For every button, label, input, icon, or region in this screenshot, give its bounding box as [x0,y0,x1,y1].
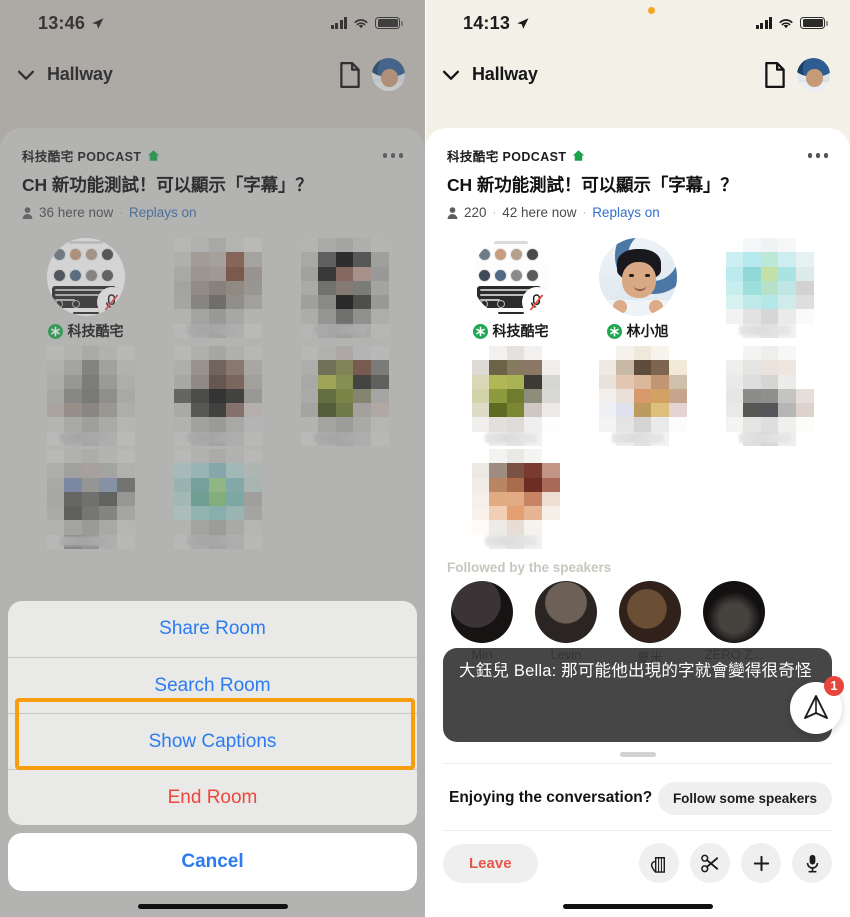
right-phone-screen: 14:13 Hallway 科技酷宅 PODCAST CH 新功能測試！可以顯示… [425,0,850,917]
club-line[interactable]: 科技酷宅 PODCAST [447,146,585,165]
member-cell[interactable] [701,238,828,340]
followed-speaker-avatar [703,581,765,643]
member-cell[interactable]: 科技酷宅 [447,238,574,340]
club-name: 科技酷宅 PODCAST [447,150,567,164]
sheet-drag-handle[interactable] [619,752,656,757]
here-now-count: 42 here now [502,205,577,220]
blurred-name [738,325,791,335]
blurred-name [484,536,537,546]
right-member-grid: 科技酷宅 林小旭 [447,238,828,549]
follow-some-speakers-button[interactable]: Follow some speakers [657,781,832,815]
divider [443,763,832,764]
followed-speaker-avatar [535,581,597,643]
right-status-bar: 14:13 [425,0,850,46]
blurred-avatar [598,346,687,446]
blurred-name [738,433,791,443]
raise-hand-icon [650,856,665,873]
status-indicators [755,16,828,30]
live-captions-bubble: 大鈺兒 Bella: 那可能他出現的字就會變得很奇怪 [443,648,832,742]
more-options-icon[interactable] [807,153,828,158]
person-icon [447,206,458,219]
muted-microphone-icon [521,287,550,316]
member-cell[interactable] [447,449,574,549]
avatar[interactable] [797,58,830,91]
action-share-room[interactable]: Share Room [8,601,417,657]
room-bottom-toolbar: Leave [443,840,832,886]
house-icon [573,150,585,161]
member-name: 林小旭 [626,323,669,339]
followed-by-speakers-label: Followed by the speakers [447,560,612,575]
home-indicator [137,904,288,909]
comparison-screenshot: 13:46 Hallway 科技酷宅 PODCAST CH 新功能測試！可以顯示… [0,0,850,917]
club-thumbnail-avatar [471,238,550,316]
replays-status[interactable]: Replays on [592,205,660,220]
green-asterisk-icon [472,323,488,339]
location-arrow-icon [517,17,529,29]
member-cell[interactable] [574,346,701,446]
divider [443,830,832,831]
total-count: 220 [464,205,487,220]
member-name-row: 科技酷宅 [472,322,549,340]
member-cell[interactable] [701,346,828,446]
raise-hand-badge-count: 1 [824,676,844,696]
panel-divider [425,0,426,917]
member-cell[interactable] [447,346,574,446]
blurred-avatar [725,346,814,446]
blurred-name [484,433,537,443]
blurred-avatar [471,346,560,446]
right-app-header: Hallway [425,46,850,103]
microphone-button[interactable] [792,843,832,883]
member-name: 科技酷宅 [492,323,549,339]
followed-speaker-avatar [451,581,513,643]
room-meta: 220 · 42 here now · Replays on [447,205,828,220]
scissors-clip-icon [700,854,718,872]
green-asterisk-icon [606,323,622,339]
follow-cta-row: Enjoying the conversation? Follow some s… [449,772,832,824]
home-indicator [562,904,713,909]
action-cancel[interactable]: Cancel [8,833,417,891]
left-phone-screen: 13:46 Hallway 科技酷宅 PODCAST CH 新功能測試！可以顯示… [0,0,425,917]
battery-full-icon [800,16,828,30]
add-people-button[interactable] [741,843,781,883]
status-time-group: 14:13 [463,13,530,34]
microphone-icon [806,854,818,873]
action-sheet: Share Room Search Room Show Captions End… [8,601,417,891]
action-sheet-group: Share Room Search Room Show Captions End… [8,601,417,825]
room-title: CH 新功能測試！可以顯示「字幕」？ [447,175,738,195]
action-end-room[interactable]: End Room [8,769,417,825]
leave-button[interactable]: Leave [443,843,538,883]
club-row: 科技酷宅 PODCAST [447,146,828,165]
cellular-bars-icon [755,17,773,29]
chevron-down-icon[interactable] [440,64,462,86]
blurred-avatar [471,449,560,549]
member-name-row: 林小旭 [606,322,669,340]
document-icon[interactable] [763,61,787,89]
caption-text: 大鈺兒 Bella: 那可能他出現的字就會變得很奇怪 [459,662,812,680]
raise-hand-paper-plane-icon [804,695,828,719]
meta-separator: · [492,206,497,219]
meta-separator: · [582,206,587,219]
plus-add-people-icon [753,855,769,871]
cta-prompt-text: Enjoying the conversation? [449,788,653,806]
recording-indicator [648,7,655,14]
blurred-name [611,433,664,443]
action-show-captions[interactable]: Show Captions [8,713,417,769]
blurred-avatar [725,238,814,338]
wifi-icon [779,18,793,28]
action-search-room[interactable]: Search Room [8,657,417,713]
followed-speaker-avatar [619,581,681,643]
member-photo-avatar [598,238,677,316]
clip-button[interactable] [690,843,730,883]
member-cell[interactable]: 林小旭 [574,238,701,340]
status-time: 14:13 [463,12,511,33]
hallway-title: Hallway [472,64,538,84]
raise-hand-button[interactable] [639,843,679,883]
